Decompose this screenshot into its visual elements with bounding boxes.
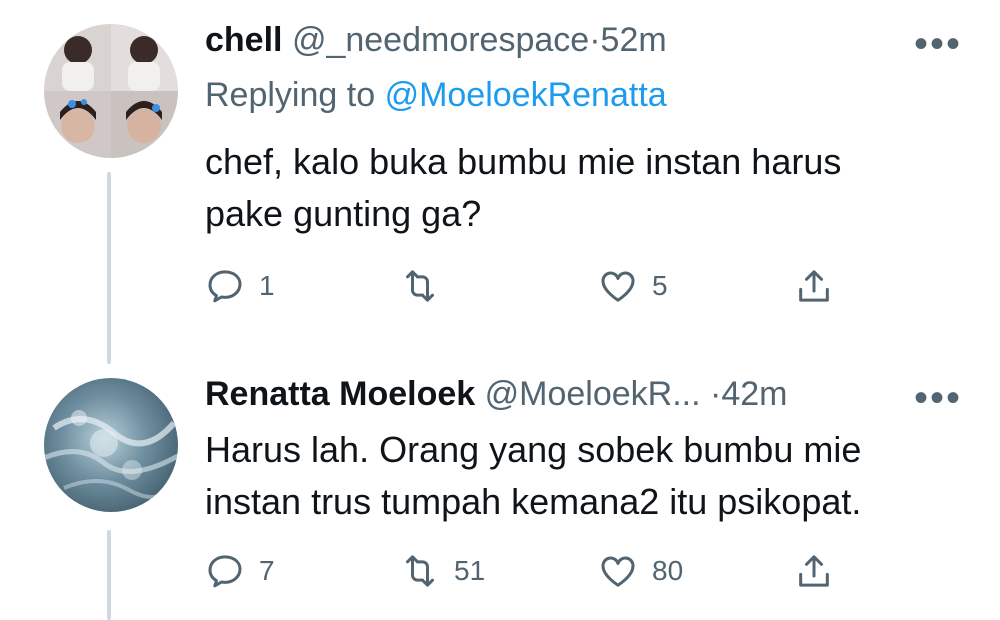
reply-count: 7 [259, 555, 275, 586]
share-icon [799, 270, 829, 302]
like-count: 5 [652, 270, 668, 301]
display-name[interactable]: Renatta Moeloek [205, 375, 475, 413]
retweet-button[interactable] [400, 266, 454, 306]
reply-button[interactable]: 7 [205, 551, 275, 591]
timestamp[interactable]: 42m [721, 375, 787, 413]
retweet-icon [406, 270, 434, 302]
like-count: 80 [652, 555, 684, 586]
avatar[interactable] [44, 24, 178, 158]
like-button[interactable]: 5 [598, 266, 668, 306]
replying-to-label: Replying to [205, 76, 376, 114]
reply-icon [208, 555, 242, 588]
separator: · [710, 375, 722, 413]
display-name[interactable]: chell [205, 21, 282, 59]
retweet-icon [406, 555, 434, 587]
thread-line [107, 530, 111, 620]
tweet-text: chef, kalo buka bumbu mie instan harus p… [205, 136, 965, 240]
tweet-header: Renatta Moeloek @MoeloekR... ·42m [205, 373, 787, 415]
handle[interactable]: @MoeloekR... [485, 375, 701, 413]
tweet-header: chell @_needmorespace·52m [205, 19, 667, 61]
like-button[interactable]: 80 [598, 551, 683, 591]
tweet-text-line: Harus lah. Orang yang sobek bumbu mie [205, 429, 862, 470]
thread-line [107, 172, 111, 364]
reply-icon [208, 270, 242, 303]
replying-to-link[interactable]: @MoeloekRenatta [385, 76, 667, 114]
retweet-button[interactable]: 51 [400, 551, 485, 591]
tweet-text-line: chef, kalo buka bumbu mie instan harus [205, 141, 842, 182]
like-icon [601, 271, 635, 302]
tweet-text-line: instan trus tumpah kemana2 itu psikopat. [205, 481, 862, 522]
tweet-text-line: pake gunting ga? [205, 193, 482, 234]
handle[interactable]: @_needmorespace [292, 21, 589, 59]
share-icon [799, 555, 829, 587]
tweet-text: Harus lah. Orang yang sobek bumbu mie in… [205, 424, 965, 528]
separator: · [589, 21, 601, 59]
more-icon[interactable]: ••• [914, 24, 962, 64]
timestamp[interactable]: 52m [601, 21, 667, 59]
like-icon [601, 556, 635, 587]
avatar[interactable] [44, 378, 178, 512]
share-button[interactable] [794, 266, 834, 306]
replying-to: Replying to @MoeloekRenatta [205, 74, 667, 116]
reply-button[interactable]: 1 [205, 266, 275, 306]
retweet-count: 51 [454, 555, 486, 586]
share-button[interactable] [794, 551, 834, 591]
more-icon[interactable]: ••• [914, 378, 962, 418]
reply-count: 1 [259, 270, 275, 301]
